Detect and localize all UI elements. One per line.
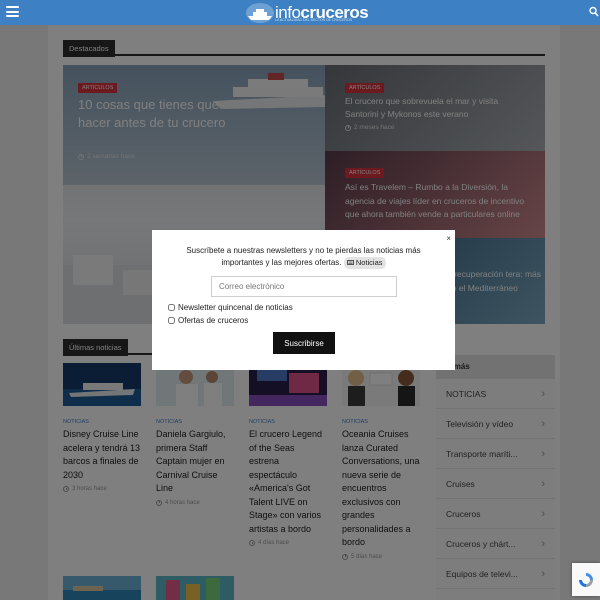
top-header: infocruceros LA ACTUALIDAD DEL SECTOR DE…: [0, 0, 600, 25]
site-logo[interactable]: infocruceros LA ACTUALIDAD DEL SECTOR DE…: [245, 1, 369, 24]
hamburger-menu-icon[interactable]: [6, 6, 19, 17]
newsletter-checkbox[interactable]: [168, 304, 175, 311]
newsletter-modal: × Suscríbete a nuestras newsletters y no…: [152, 230, 455, 370]
offers-option-label: Ofertas de cruceros: [178, 316, 249, 325]
noticias-tag: Noticias: [343, 257, 386, 269]
recaptcha-badge[interactable]: [572, 563, 600, 596]
offers-checkbox[interactable]: [168, 317, 175, 324]
email-field[interactable]: [211, 276, 397, 297]
logo-tagline: LA ACTUALIDAD DEL SECTOR DE CRUCEROS: [275, 18, 353, 22]
close-icon[interactable]: ×: [446, 234, 451, 243]
search-icon[interactable]: [589, 6, 599, 18]
noticias-tag-label: Noticias: [355, 258, 383, 267]
newspaper-icon: [346, 260, 354, 265]
newsletter-option-label: Newsletter quincenal de noticias: [178, 303, 293, 312]
subscribe-button[interactable]: Suscribirse: [273, 332, 335, 354]
newsletter-option-2[interactable]: Ofertas de cruceros: [168, 316, 248, 325]
newsletter-option-1[interactable]: Newsletter quincenal de noticias: [168, 303, 293, 312]
recaptcha-icon: [579, 572, 593, 587]
modal-message: Suscríbete a nuestras newsletters y no t…: [172, 245, 435, 269]
ship-logo-icon: [246, 2, 274, 23]
